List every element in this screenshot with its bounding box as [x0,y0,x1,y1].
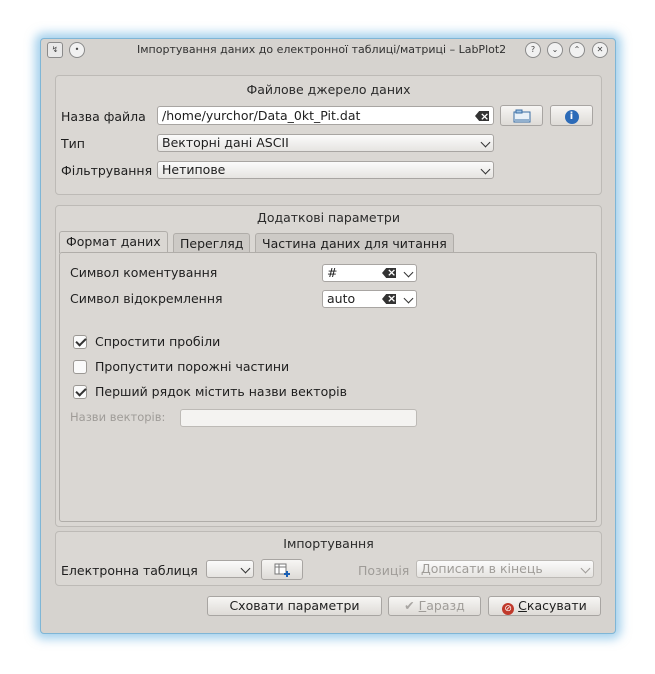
info-icon: i [564,110,579,124]
header-row-checkbox[interactable] [73,385,87,399]
clear-comment-icon[interactable] [382,268,396,278]
check-icon: ✔ [404,598,415,613]
separator-char-value: auto [327,291,356,306]
extra-options-title: Додаткові параметри [257,210,400,225]
filename-input[interactable]: /home/yurchor/Data_0kt_Pit.dat [157,106,494,125]
minimize-icon[interactable]: ⌄ [547,42,563,58]
separator-char-select[interactable]: auto [322,290,417,308]
import-dialog: ↯ • Імпортування даних до електронної та… [40,38,616,634]
chevron-down-icon [403,267,414,278]
maximize-icon[interactable]: ⌃ [569,42,585,58]
filter-select[interactable]: Нетипове [157,161,494,179]
filename-label: Назва файла [61,109,146,124]
clear-separator-icon[interactable] [382,294,396,304]
file-source-group: Файлове джерело даних Назва файла /home/… [55,75,602,195]
hide-options-button[interactable]: Сховати параметри [207,596,382,616]
filename-value: /home/yurchor/Data_0kt_Pit.dat [162,108,361,123]
extra-options-group: Додаткові параметри Формат даних Перегля… [55,205,602,527]
tab-data-format[interactable]: Формат даних [59,231,168,253]
folder-open-icon [513,109,530,123]
close-icon[interactable]: ✕ [592,42,608,58]
import-group: Імпортування Електронна таблиця Позиція … [55,531,602,586]
new-spreadsheet-button[interactable] [261,559,303,580]
tab-preview[interactable]: Перегляд [173,233,251,253]
cancel-button[interactable]: ⊘ Скасувати [488,596,601,616]
comment-char-select[interactable]: # [322,264,417,282]
type-select[interactable]: Векторні дані ASCII [157,134,494,152]
skip-empty-parts-checkbox[interactable] [73,360,87,374]
ok-button[interactable]: ✔ Гаразд [388,596,481,616]
skip-empty-parts-label: Пропустити порожні частини [95,359,290,374]
chevron-down-icon [480,137,491,148]
window-title: Імпортування даних до електронної таблиц… [137,43,507,56]
separator-char-label: Символ відокремлення [70,291,223,306]
chevron-down-icon [580,563,591,574]
comment-char-label: Символ коментування [70,265,218,280]
clear-filename-icon[interactable] [475,111,489,121]
title-bar[interactable]: ↯ • Імпортування даних до електронної та… [41,39,615,61]
vector-names-label: Назви векторів: [70,410,166,424]
help-icon[interactable]: ? [525,42,541,58]
pin-icon[interactable]: • [69,42,85,58]
file-source-title: Файлове джерело даних [246,82,411,97]
filter-value: Нетипове [162,162,226,177]
import-title: Імпортування [283,536,374,551]
position-label: Позиція [358,563,410,578]
chevron-down-icon [240,563,251,574]
tab-data-portion[interactable]: Частина даних для читання [255,233,454,253]
spreadsheet-label: Електронна таблиця [61,563,198,578]
type-value: Векторні дані ASCII [162,135,289,150]
comment-char-value: # [327,265,338,280]
chevron-down-icon [403,293,414,304]
header-row-label: Перший рядок містить назви векторів [95,384,348,399]
browse-file-button[interactable] [500,105,543,126]
filter-label: Фільтрування [61,163,153,178]
cancel-icon: ⊘ [502,603,515,615]
file-info-button[interactable]: i [550,105,593,126]
add-table-icon [274,563,290,577]
simplify-whitespace-checkbox[interactable] [73,335,87,349]
vector-names-input[interactable] [180,409,417,427]
type-label: Тип [61,136,85,151]
cancel-label-rest: касувати [526,598,587,613]
position-select[interactable]: Дописати в кінець [416,560,594,578]
position-value: Дописати в кінець [421,561,543,576]
spreadsheet-select[interactable] [206,560,254,578]
cancel-label-mnemonic: С [518,598,527,613]
chevron-down-icon [480,164,491,175]
simplify-whitespace-label: Спростити пробіли [95,334,221,349]
ok-label-rest: аразд [426,598,465,613]
data-format-panel: Символ коментування # Символ відокремлен… [59,252,597,522]
app-menu-icon[interactable]: ↯ [47,42,63,58]
